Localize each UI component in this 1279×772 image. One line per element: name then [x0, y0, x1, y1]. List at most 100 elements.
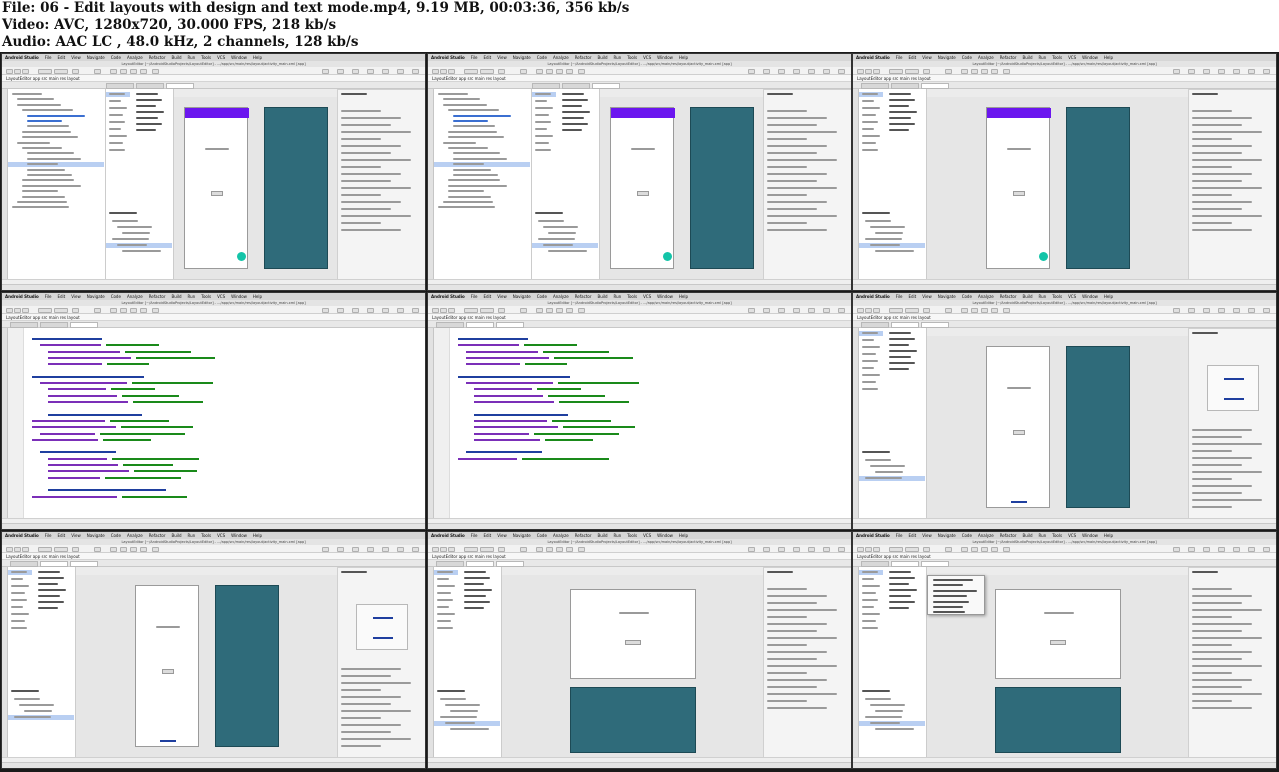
toolbar-button[interactable] [865, 546, 872, 552]
menu-item[interactable]: VCS [1068, 533, 1076, 538]
toolbar-button[interactable] [480, 307, 494, 313]
menu-item[interactable]: View [922, 533, 932, 538]
toolbar-button[interactable] [72, 307, 79, 313]
toolbar-button[interactable] [905, 307, 919, 313]
toolbar-button[interactable] [1003, 68, 1010, 74]
toolbar-button[interactable] [498, 307, 505, 313]
design-canvas[interactable] [174, 97, 337, 281]
menu-item[interactable]: Help [679, 533, 688, 538]
tree-item[interactable] [448, 195, 491, 198]
toolbar-button[interactable] [808, 307, 815, 313]
toolbar-button[interactable] [536, 307, 543, 313]
tree-item[interactable] [27, 157, 81, 160]
menu-item[interactable]: Refactor [575, 55, 592, 60]
toolbar-button[interactable] [763, 68, 770, 74]
toolbar-button[interactable] [578, 68, 585, 74]
preview-button[interactable] [161, 668, 174, 674]
toolbar-button[interactable] [440, 546, 447, 552]
toolbar-button[interactable] [838, 307, 845, 313]
blueprint-preview[interactable] [1065, 346, 1130, 508]
toolbar-button[interactable] [1263, 307, 1270, 313]
menu-item[interactable]: Tools [201, 533, 211, 538]
component-item[interactable] [440, 698, 466, 700]
toolbar-button[interactable] [130, 546, 137, 552]
menu-item[interactable]: Navigate [938, 55, 956, 60]
menu-item[interactable]: Analyze [127, 533, 143, 538]
component-item[interactable] [14, 716, 51, 718]
toolbar-button[interactable] [556, 307, 563, 313]
toolbar-button[interactable] [94, 546, 101, 552]
design-canvas[interactable] [927, 575, 1188, 759]
menu-item[interactable]: Build [597, 533, 607, 538]
toolbar-button[interactable] [54, 546, 68, 552]
tree-item[interactable] [22, 136, 78, 139]
toolbar-button[interactable] [1203, 546, 1210, 552]
component-item[interactable] [865, 716, 902, 718]
toolbar-button[interactable] [578, 307, 585, 313]
toolbar-button[interactable] [748, 546, 755, 552]
menu-item[interactable]: Help [253, 55, 262, 60]
menu-item[interactable]: File [896, 294, 903, 299]
menu-item[interactable]: Code [111, 55, 121, 60]
tree-item[interactable] [448, 130, 497, 133]
menu-item[interactable]: Window [657, 294, 673, 299]
menu-item[interactable]: Code [111, 294, 121, 299]
toolbar-button[interactable] [1003, 546, 1010, 552]
toolbar-button[interactable] [1248, 307, 1255, 313]
tree-item[interactable] [27, 174, 72, 176]
toolbar-button[interactable] [566, 546, 573, 552]
preview-button[interactable] [636, 190, 649, 196]
tree-item[interactable] [453, 152, 500, 155]
component-item[interactable] [548, 250, 587, 252]
toolbar-button[interactable] [337, 546, 344, 552]
tree-item[interactable] [453, 120, 488, 122]
menu-item[interactable]: Analyze [553, 533, 569, 538]
tree-item[interactable] [17, 141, 50, 144]
toolbar-button[interactable] [823, 546, 830, 552]
component-item[interactable] [543, 244, 573, 246]
menu-item[interactable]: View [922, 294, 932, 299]
design-preview[interactable] [609, 107, 675, 269]
toolbar-button[interactable] [748, 68, 755, 74]
menu-item[interactable]: Analyze [978, 55, 994, 60]
toolbar-button[interactable] [72, 546, 79, 552]
menu-item[interactable]: Code [962, 294, 972, 299]
toolbar-button[interactable] [1188, 307, 1195, 313]
component-item[interactable] [450, 710, 478, 712]
toolbar-button[interactable] [546, 546, 553, 552]
menu-item[interactable]: Build [171, 533, 181, 538]
toolbar-button[interactable] [1173, 546, 1180, 552]
toolbar-button[interactable] [94, 68, 101, 74]
preview-button[interactable] [1012, 190, 1025, 196]
menu-item[interactable]: File [45, 294, 52, 299]
toolbar-button[interactable] [961, 546, 968, 552]
toolbar-button[interactable] [971, 307, 978, 313]
menu-item[interactable]: Window [657, 533, 673, 538]
toolbar-button[interactable] [94, 307, 101, 313]
palette-panel[interactable] [859, 89, 927, 209]
attributes-panel[interactable] [763, 89, 851, 281]
menu-item[interactable]: Help [1104, 533, 1113, 538]
toolbar-button[interactable] [440, 307, 447, 313]
tree-item[interactable] [448, 136, 504, 139]
toolbar-button[interactable] [566, 307, 573, 313]
toolbar-button[interactable] [981, 546, 988, 552]
menu-item[interactable]: Analyze [553, 294, 569, 299]
tree-item[interactable] [443, 201, 493, 203]
toolbar-button[interactable] [1203, 68, 1210, 74]
design-preview[interactable] [985, 346, 1050, 508]
blueprint-preview[interactable] [1065, 107, 1130, 269]
toolbar-button[interactable] [397, 307, 404, 313]
component-tree-panel[interactable] [859, 209, 927, 281]
tree-item[interactable] [22, 147, 62, 149]
toolbar-button[interactable] [412, 68, 419, 74]
tree-item[interactable] [22, 195, 65, 198]
toolbar-button[interactable] [152, 68, 159, 74]
toolbar-button[interactable] [110, 68, 117, 74]
attributes-panel[interactable] [337, 89, 425, 281]
toolbar-button[interactable] [778, 68, 785, 74]
toolbar-button[interactable] [72, 68, 79, 74]
menu-item[interactable]: File [471, 294, 478, 299]
toolbar-button[interactable] [120, 307, 127, 313]
toolbar-button[interactable] [1233, 68, 1240, 74]
